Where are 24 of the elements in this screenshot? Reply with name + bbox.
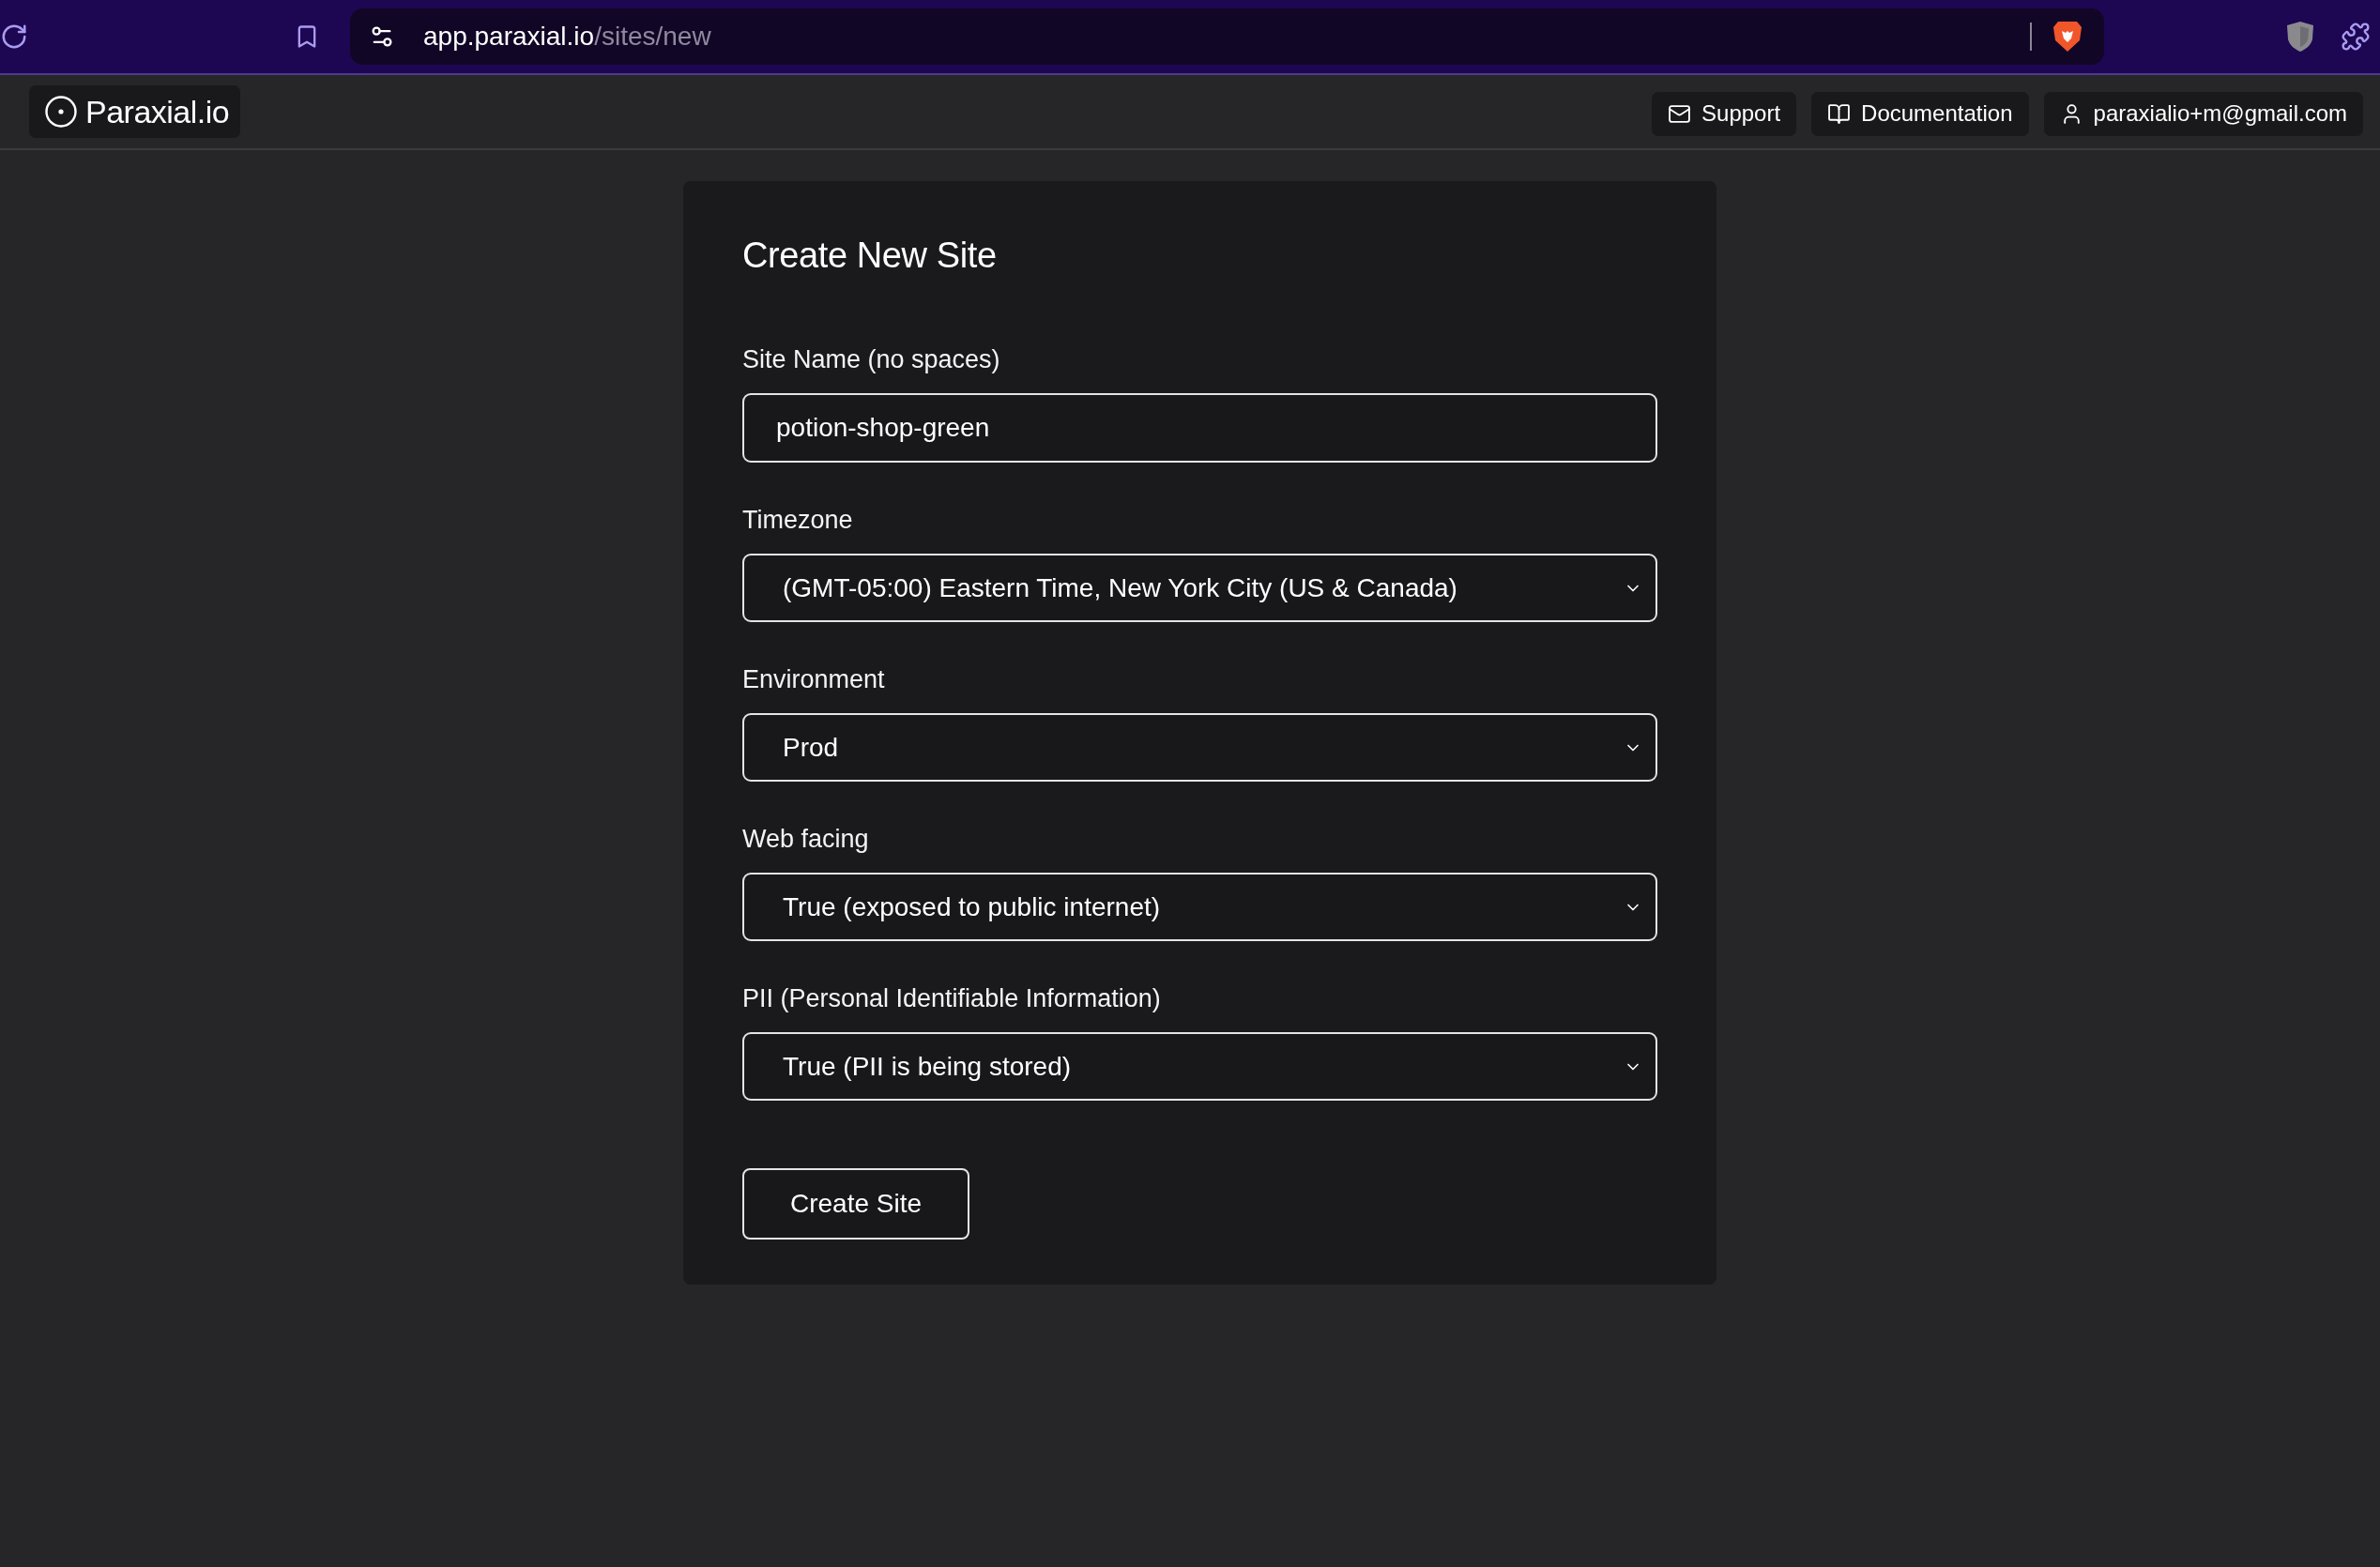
field-label: PII (Personal Identifiable Information) xyxy=(742,983,1161,1014)
select-dropdown[interactable]: Prod xyxy=(742,713,1657,782)
field-label: Site Name (no spaces) xyxy=(742,344,1000,375)
book-icon xyxy=(1827,101,1852,126)
reload-icon[interactable] xyxy=(0,23,28,51)
puzzle-icon[interactable] xyxy=(2341,22,2371,52)
field-label: Web facing xyxy=(742,824,869,855)
form-title: Create New Site xyxy=(742,235,997,277)
account-button[interactable]: paraxialio+m@gmail.com xyxy=(2043,91,2363,136)
text-input[interactable]: potion-shop-green xyxy=(742,393,1657,463)
shield-icon[interactable] xyxy=(2286,21,2314,53)
address-bar[interactable]: app.paraxial.io/sites/new xyxy=(350,8,2104,65)
documentation-button[interactable]: Documentation xyxy=(1811,91,2029,136)
field-label: Timezone xyxy=(742,505,853,536)
circle-dot-icon xyxy=(45,96,77,128)
logo-button[interactable]: Paraxial.io xyxy=(29,85,240,138)
select-dropdown[interactable]: True (exposed to public internet) xyxy=(742,873,1657,941)
support-button[interactable]: Support xyxy=(1652,91,1797,136)
create-site-button[interactable]: Create Site xyxy=(742,1168,969,1240)
field-label: Environment xyxy=(742,664,885,695)
select-dropdown[interactable]: True (PII is being stored) xyxy=(742,1032,1657,1101)
url-text[interactable]: app.paraxial.io/sites/new xyxy=(423,17,711,56)
shield-logo-icon[interactable] xyxy=(2052,20,2082,53)
select-dropdown[interactable]: (GMT-05:00) Eastern Time, New York City (US & Canada) xyxy=(742,554,1657,622)
